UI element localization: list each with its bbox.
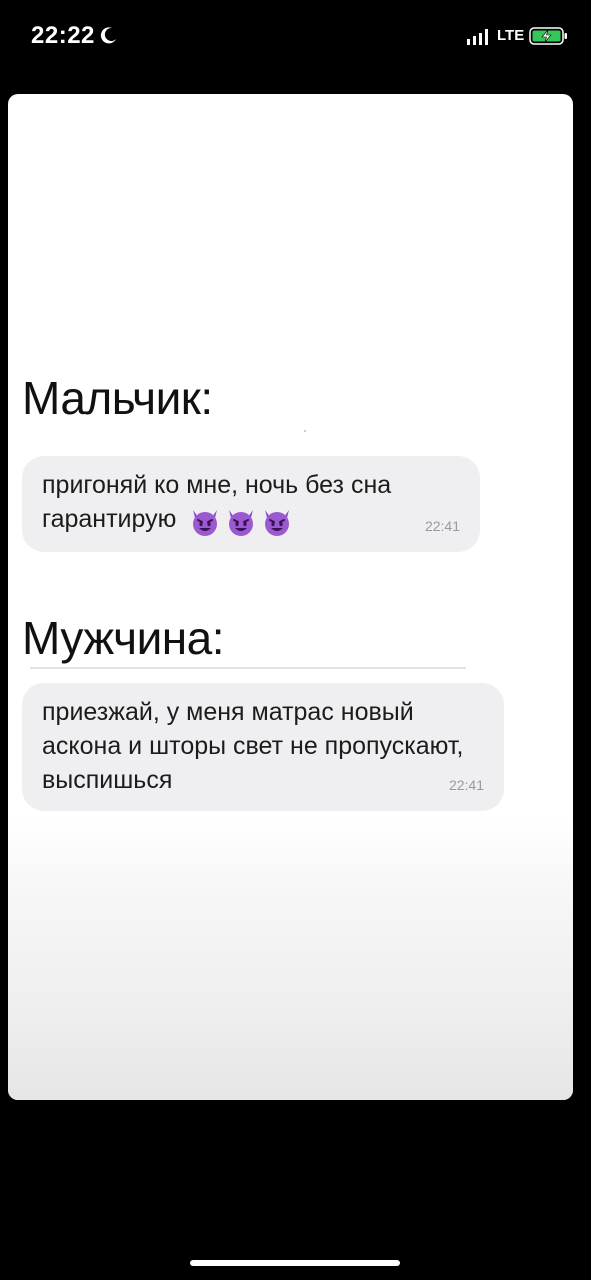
message-bubble-man: приезжай, у меня матрас новый аскона и ш… [22,683,504,811]
moon-icon [100,27,116,44]
battery-charging-icon [529,27,567,45]
speaker-label-boy: Мальчик: [22,372,213,424]
smiling-devil-icon [229,509,254,536]
divider-line [30,667,466,669]
status-time: 22:22 [31,22,95,49]
network-type: LTE [497,27,525,44]
signal-icon [467,29,488,45]
message-bubble-boy: пригоняй ко мне, ночь без сна гарантирую [22,456,480,552]
stray-dot [304,430,306,432]
smiling-devil-icon [265,509,290,536]
status-bar: 22:22 LTE [0,0,591,70]
message-text-man: приезжай, у меня матрас новый аскона и ш… [42,698,464,794]
message-timestamp: 22:41 [424,518,460,534]
post-image-card: Мальчик: пригоняй ко мне, ночь без сна г… [8,94,573,1100]
smiling-devil-icon [193,509,218,536]
speaker-label-man: Мужчина: [22,612,225,664]
image-bottom-fade [8,816,573,1100]
message-timestamp: 22:41 [448,777,484,793]
message-line-2: гарантирую [42,505,177,533]
home-indicator[interactable] [190,1260,400,1266]
message-text-boy: пригоняй ко мне, ночь без сна гарантирую [42,468,452,538]
message-line-1: пригоняй ко мне, ночь без сна [42,471,392,499]
emoji-row [189,503,297,537]
